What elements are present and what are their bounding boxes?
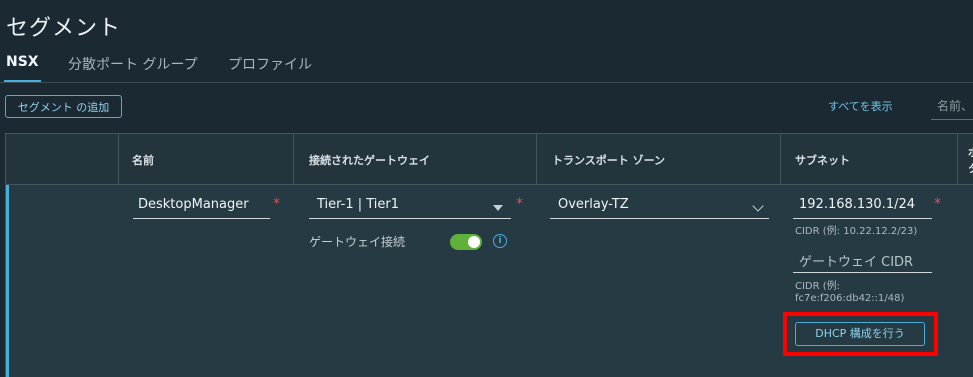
tab-distributed-port-groups[interactable]: 分散ポート グループ <box>68 54 198 74</box>
gateway-connection-label: ゲートウェイ接続 <box>309 235 406 249</box>
tab-nsx[interactable]: NSX <box>6 54 39 70</box>
column-header-ports-partial[interactable]: ポ <box>968 144 973 160</box>
info-icon[interactable]: i <box>493 234 507 248</box>
column-header-subnets[interactable]: サブネット <box>795 152 850 168</box>
required-indicator: * <box>516 196 523 212</box>
column-header-name[interactable]: 名前 <box>132 152 154 168</box>
required-indicator: * <box>934 196 941 212</box>
segment-name-input[interactable]: DesktopManager <box>133 197 270 219</box>
row-selection-indicator <box>6 185 9 377</box>
column-header-gateway[interactable]: 接続されたゲートウェイ <box>309 152 430 168</box>
subnet-hint: CIDR (例: 10.22.12.2/23) <box>795 226 918 237</box>
column-header-transport-zone[interactable]: トランスポート ゾーン <box>552 152 665 168</box>
required-indicator: * <box>273 196 280 212</box>
column-divider <box>957 134 958 184</box>
toggle-knob <box>468 236 480 248</box>
subnet-input[interactable]: 192.168.130.1/24 <box>793 197 932 219</box>
add-segment-button[interactable]: セグメント の追加 <box>5 95 122 118</box>
column-divider <box>118 134 119 184</box>
gateway-cidr-input[interactable]: ゲートウェイ CIDR <box>793 251 932 273</box>
gateway-cidr-hint-line2: fc7e:f206:db42::1/48) <box>795 293 905 304</box>
column-divider <box>536 134 537 184</box>
search-input[interactable]: 名前、 <box>931 92 973 120</box>
tab-divider <box>0 82 973 83</box>
column-divider <box>293 134 294 184</box>
gateway-cidr-hint-line1: CIDR (例: <box>795 281 841 292</box>
column-divider <box>780 134 781 184</box>
gateway-select[interactable]: Tier-1 | Tier1 <box>309 197 511 219</box>
gateway-connection-toggle[interactable] <box>450 234 482 250</box>
column-header-partial-2: タ <box>968 160 973 176</box>
page-title: セグメント <box>6 16 122 41</box>
table-header: 名前 接続されたゲートウェイ トランスポート ゾーン サブネット ポ タ <box>6 134 973 185</box>
show-all-link[interactable]: すべてを表示 <box>828 98 893 114</box>
dropdown-arrow-icon <box>493 205 503 211</box>
transport-zone-select[interactable]: Overlay-TZ <box>550 197 769 219</box>
tab-profiles[interactable]: プロファイル <box>228 54 312 74</box>
highlight-box <box>783 312 938 356</box>
